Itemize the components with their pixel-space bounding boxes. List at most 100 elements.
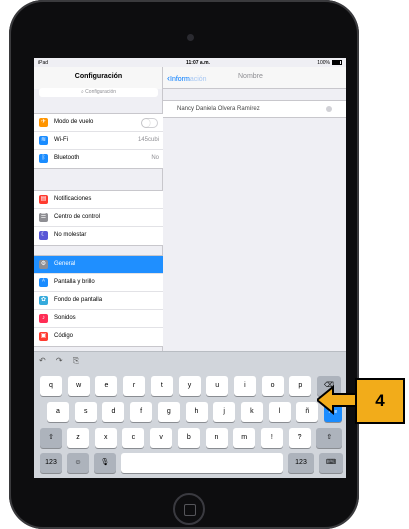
- key-c[interactable]: c: [122, 428, 145, 448]
- control-center-icon: ☰: [39, 213, 48, 222]
- key-label: n: [214, 434, 219, 441]
- key-label: v: [159, 434, 163, 441]
- key-k[interactable]: k: [240, 402, 263, 422]
- wifi-icon: ≋: [39, 136, 48, 145]
- key-label: c: [131, 434, 136, 441]
- key-j[interactable]: j: [213, 402, 236, 422]
- key-sub-label: ,: [271, 432, 273, 438]
- detail-pane: ‹Información Nombre Nancy Daniela Olvera…: [163, 67, 346, 351]
- name-value-start: Nancy Dan: [177, 106, 207, 112]
- settings-row-label: General: [54, 261, 76, 267]
- back-label-start: Inform: [170, 76, 190, 83]
- key-exclamation[interactable]: !,: [260, 428, 283, 448]
- space-bar[interactable]: [121, 453, 283, 473]
- status-battery: 100%: [317, 60, 330, 66]
- settings-row-pantalla-y-brillo[interactable]: ᴬ Pantalla y brillo: [34, 274, 163, 292]
- name-value-end: iela Olvera Ramírez: [206, 106, 260, 112]
- notifications-icon: ▤: [39, 195, 48, 204]
- key-i[interactable]: i: [233, 376, 256, 396]
- shift-key-left[interactable]: ⇧: [40, 428, 62, 448]
- key-label: z: [76, 434, 80, 441]
- screen: iPad 11:07 a.m. 100% Configuración ⌕ Con…: [34, 58, 346, 478]
- key-h[interactable]: h: [185, 402, 208, 422]
- airplane-icon: ✈: [39, 118, 48, 127]
- arrow-annotation: [317, 385, 357, 415]
- airplane-mode-toggle[interactable]: [141, 118, 158, 128]
- status-bar: iPad 11:07 a.m. 100%: [34, 58, 346, 67]
- key-n[interactable]: n: [205, 428, 228, 448]
- keyboard: ↶ ↷ ⎘ qwertyuiop⌫asdfghjklñAce⇧zxcvbnm!,…: [34, 351, 346, 478]
- wallpaper-icon: ✿: [39, 296, 48, 305]
- status-time: 11:07 a.m.: [186, 60, 210, 66]
- step-badge: 4: [355, 378, 405, 424]
- settings-row-bluetooth[interactable]: ᛒ Bluetooth No: [34, 150, 163, 168]
- key-t[interactable]: t: [150, 376, 173, 396]
- lock-icon: ▣: [39, 332, 48, 341]
- key-o[interactable]: o: [261, 376, 284, 396]
- key-f[interactable]: f: [130, 402, 153, 422]
- shift-key-right[interactable]: ⇧: [316, 428, 343, 448]
- settings-row-label: Fondo de pantalla: [54, 297, 103, 303]
- settings-row-label: Wi-Fi: [54, 137, 68, 143]
- settings-row-no-molestar[interactable]: ☾ No molestar: [34, 227, 163, 245]
- key-q[interactable]: q: [40, 376, 62, 396]
- status-carrier: iPad: [38, 60, 49, 66]
- shortcut-bar[interactable]: ↶ ↷ ⎘: [39, 356, 83, 366]
- hide-keyboard-key[interactable]: ⌨: [319, 453, 343, 473]
- settings-row-label: No molestar: [54, 232, 87, 238]
- key-a[interactable]: a: [47, 402, 69, 422]
- ipad-device: iPad 11:07 a.m. 100% Configuración ⌕ Con…: [9, 0, 359, 529]
- back-button[interactable]: ‹Información: [167, 73, 207, 83]
- sound-icon: ♪: [39, 314, 48, 323]
- clear-icon[interactable]: [326, 106, 332, 112]
- settings-row-label: Código: [54, 333, 74, 339]
- key-d[interactable]: d: [102, 402, 125, 422]
- camera-icon: [187, 34, 194, 41]
- key-label: m: [241, 434, 248, 441]
- key-p[interactable]: p: [289, 376, 312, 396]
- emoji-key[interactable]: ☺: [67, 453, 89, 473]
- settings-row-value: No: [151, 155, 159, 161]
- numbers-key-right[interactable]: 123: [288, 453, 314, 473]
- settings-row-label: Notificaciones: [54, 196, 92, 202]
- moon-icon: ☾: [39, 231, 48, 240]
- settings-row-general[interactable]: ⚙ General: [34, 256, 163, 274]
- key-question[interactable]: ?.: [288, 428, 311, 448]
- search-input[interactable]: ⌕ Configuración: [39, 88, 158, 97]
- key-m[interactable]: m: [233, 428, 256, 448]
- name-field[interactable]: Nancy Daniela Olvera Ramírez: [163, 100, 346, 118]
- settings-row-sonidos[interactable]: ♪ Sonidos: [34, 310, 163, 328]
- key-x[interactable]: x: [94, 428, 117, 448]
- settings-row-código[interactable]: ▣ Código: [34, 328, 163, 346]
- key-w[interactable]: w: [67, 376, 90, 396]
- key-u[interactable]: u: [206, 376, 229, 396]
- key-b[interactable]: b: [177, 428, 200, 448]
- key-r[interactable]: r: [123, 376, 146, 396]
- settings-row-label: Centro de control: [54, 214, 101, 220]
- settings-row-label: Sonidos: [54, 315, 76, 321]
- settings-row-wi-fi[interactable]: ≋ Wi-Fi 145cubi: [34, 132, 163, 150]
- back-label-end: ación: [189, 76, 207, 83]
- settings-row-label: Bluetooth: [54, 155, 80, 161]
- numbers-key-left[interactable]: 123: [40, 453, 62, 473]
- name-value: Nancy Daniela Olvera Ramírez: [177, 106, 260, 112]
- key-y[interactable]: y: [178, 376, 201, 396]
- home-button[interactable]: [173, 493, 205, 525]
- stage: iPad 11:07 a.m. 100% Configuración ⌕ Con…: [0, 0, 409, 529]
- settings-row-fondo-de-pantalla[interactable]: ✿ Fondo de pantalla: [34, 292, 163, 310]
- settings-row-notificaciones[interactable]: ▤ Notificaciones: [34, 191, 163, 209]
- key-ñ[interactable]: ñ: [296, 402, 319, 422]
- key-v[interactable]: v: [150, 428, 173, 448]
- key-z[interactable]: z: [67, 428, 89, 448]
- microphone-key[interactable]: 🎙: [94, 453, 116, 473]
- key-e[interactable]: e: [95, 376, 118, 396]
- key-l[interactable]: l: [268, 402, 291, 422]
- key-s[interactable]: s: [74, 402, 97, 422]
- key-label: b: [186, 434, 191, 441]
- settings-row-modo-de-vuelo[interactable]: ✈ Modo de vuelo: [34, 114, 163, 132]
- detail-title: Nombre: [238, 73, 263, 80]
- settings-row-centro-de-control[interactable]: ☰ Centro de control: [34, 209, 163, 227]
- settings-group: ⚙ General ᴬ Pantalla y brillo ✿ Fondo de pant…: [34, 255, 163, 347]
- bluetooth-icon: ᛒ: [39, 154, 48, 163]
- key-g[interactable]: g: [157, 402, 180, 422]
